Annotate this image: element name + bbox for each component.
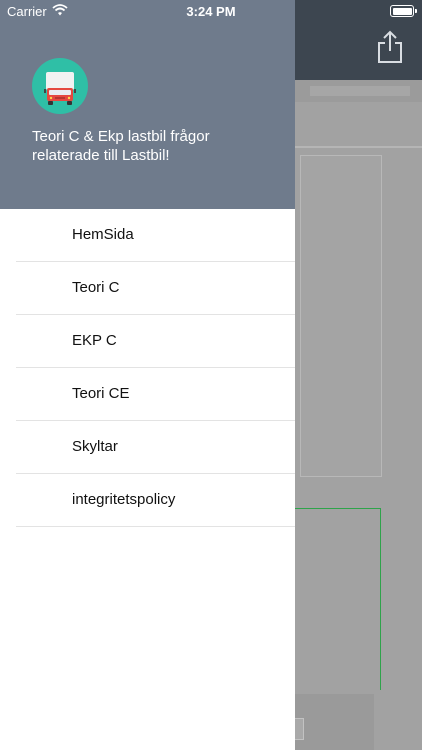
truck-icon [32,58,88,114]
menu-item-label: Skyltar [72,438,118,455]
menu-item-skyltar[interactable]: Skyltar [16,421,295,474]
menu-item-label: integritetspolicy [72,491,176,508]
drawer-header: Teori C & Ekp lastbil frågor relaterade … [0,0,295,209]
menu-item-integritetspolicy[interactable]: integritetspolicy [16,474,295,527]
menu-item-label: HemSida [72,226,134,243]
status-bar: Carrier 3:24 PM [0,0,422,24]
background-green-frame [295,508,381,690]
menu-item-label: Teori C [72,279,120,296]
menu-item-ekp-c[interactable]: EKP C [16,315,295,368]
drawer-menu: HemSida Teori C EKP C Teori CE Skyltar i… [16,209,295,527]
share-icon[interactable] [376,30,404,64]
menu-item-teori-c[interactable]: Teori C [16,262,295,315]
battery-icon [390,5,417,17]
navigation-drawer: Teori C & Ekp lastbil frågor relaterade … [0,0,295,750]
menu-item-teori-ce[interactable]: Teori CE [16,368,295,421]
drawer-description: Teori C & Ekp lastbil frågor relaterade … [32,128,210,164]
status-time: 3:24 PM [186,4,236,19]
menu-item-label: Teori CE [72,385,130,402]
menu-item-hemsida[interactable]: HemSida [16,209,295,262]
menu-item-label: EKP C [72,332,117,349]
background-frame [300,155,382,477]
